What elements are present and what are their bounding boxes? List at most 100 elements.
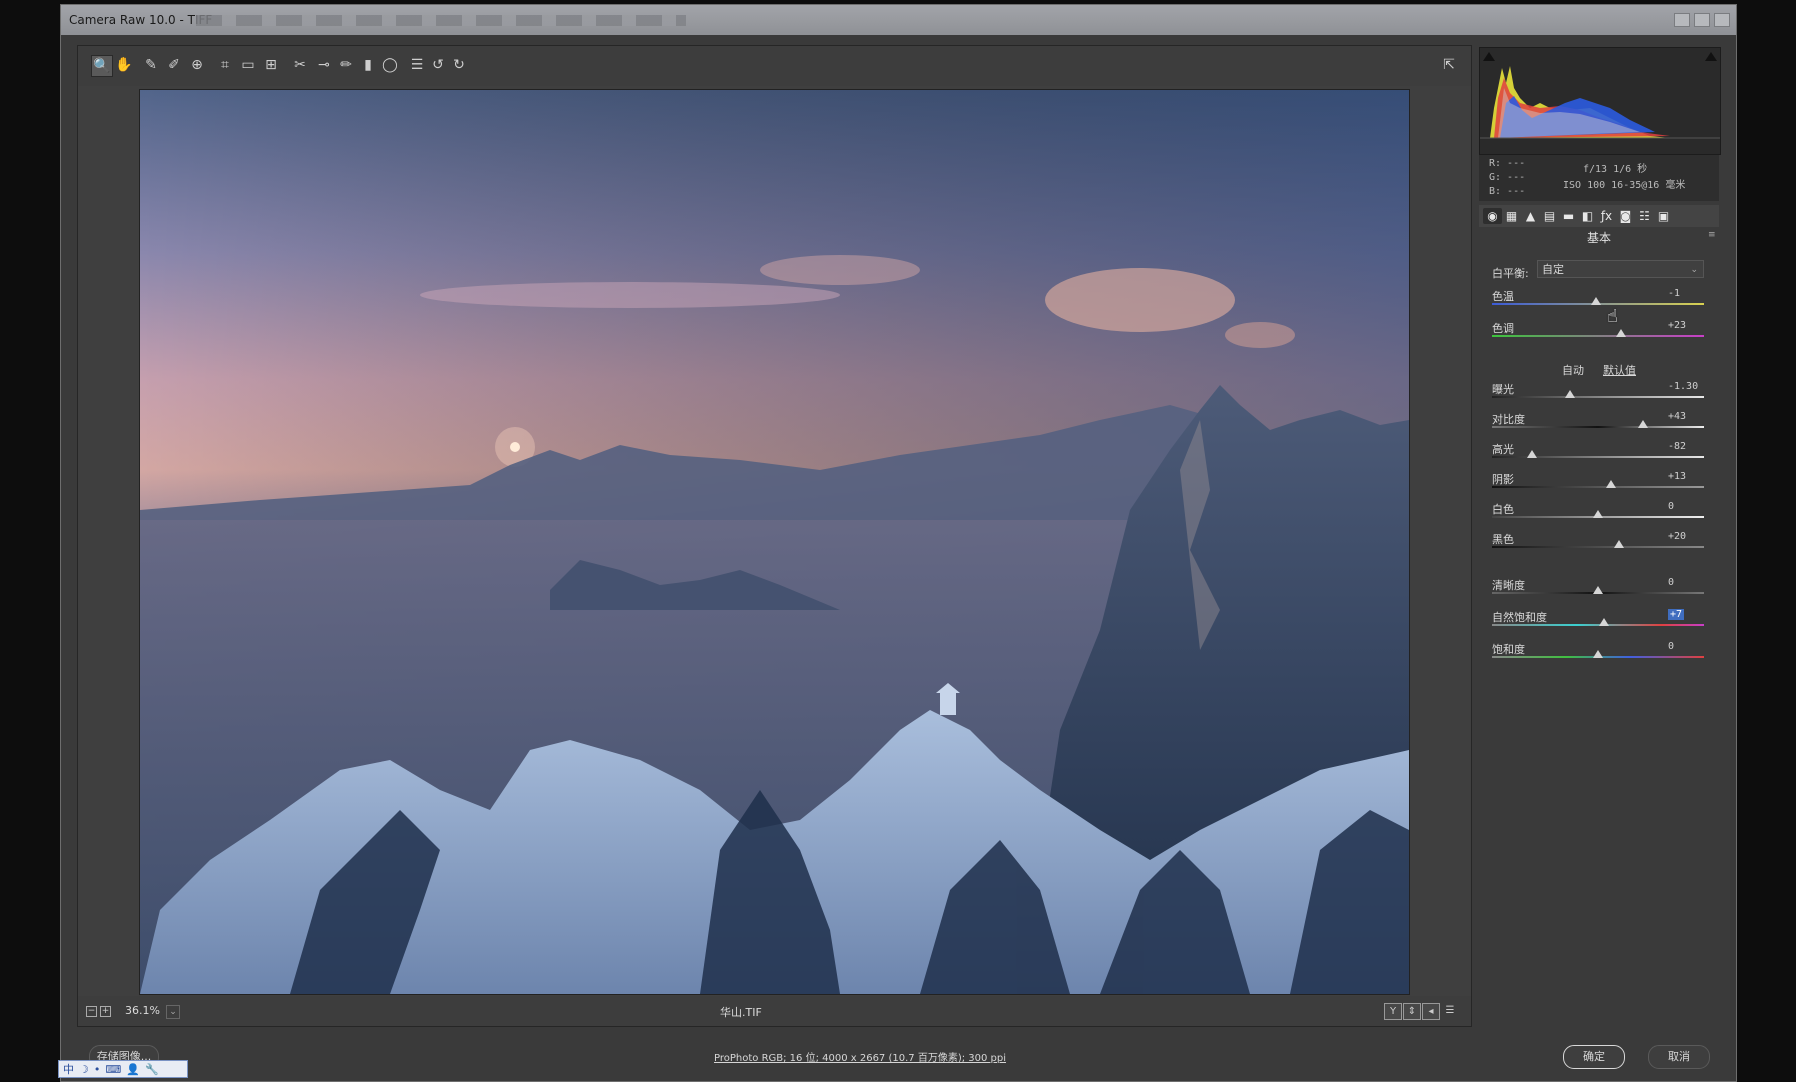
hand-tool-icon[interactable]: ✋ [114,55,134,75]
auto-link[interactable]: 自动 [1562,362,1584,378]
slider-thumb[interactable] [1605,480,1616,488]
ime-button-0-icon[interactable]: 中 [63,1061,74,1077]
slider-value[interactable]: +13 [1668,471,1686,482]
slider-thumb[interactable] [1614,540,1625,548]
slider-thumb[interactable] [1599,618,1610,626]
slider-thumb[interactable] [1527,450,1538,458]
targeted-adjustment-tool-icon[interactable]: ⊕ [187,55,207,75]
file-name: 华山.TIF [720,1006,762,1019]
slider-thumb[interactable] [1590,297,1601,305]
graduated-filter-icon[interactable]: ▮ [358,55,378,75]
red-eye-removal-tool-icon[interactable]: ⊸ [314,55,334,75]
slider-value[interactable]: +23 [1668,320,1686,331]
chevron-down-icon: ⌄ [1690,265,1698,275]
panel-tab-3-icon[interactable]: ▤ [1540,208,1559,224]
adjustment-brush-icon[interactable]: ✏ [336,55,356,75]
color-sampler-tool-icon[interactable]: ✐ [164,55,184,75]
transform-tool-icon[interactable]: ⊞ [261,55,281,75]
slider-whites[interactable]: 白色 0 [1492,501,1704,529]
slider-value[interactable]: 0 [1668,577,1674,588]
slider-track[interactable] [1492,456,1704,458]
bottom-bar: 存储图像... ProPhoto RGB; 16 位; 4000 x 2667 … [61,1025,1736,1081]
slider-thumb[interactable] [1565,390,1576,398]
panel-menu-icon[interactable]: ≡ [1708,231,1717,240]
image-preview[interactable] [78,86,1471,996]
panel-tab-1-icon[interactable]: ▦ [1502,208,1521,224]
before-after-view-icon[interactable]: Y [1384,1003,1402,1020]
ok-button[interactable]: 确定 [1563,1045,1625,1069]
slider-value[interactable]: +7 [1668,609,1685,620]
slider-value[interactable]: 0 [1668,501,1674,512]
ime-button-2-icon[interactable]: • [94,1063,101,1076]
green-readout: G: --- [1489,172,1526,183]
zoom-in-icon[interactable]: + [100,1006,111,1017]
ime-button-5-icon[interactable]: 🔧 [145,1063,159,1076]
slider-contrast[interactable]: 对比度 +43 [1492,411,1704,439]
slider-shadows[interactable]: 阴影 +13 [1492,471,1704,499]
fullscreen-toggle-icon[interactable]: ⇱ [1439,55,1459,75]
swap-settings-icon[interactable]: ⇕ [1403,1003,1421,1020]
zoom-tool-icon[interactable]: 🔍 [91,55,113,77]
panel-tab-9-icon[interactable]: ▣ [1654,208,1673,224]
straighten-tool-icon[interactable]: ▭ [238,55,258,75]
slider-track[interactable] [1492,624,1704,626]
zoom-level[interactable]: 36.1% [125,1004,160,1017]
slider-track[interactable] [1492,426,1704,428]
slider-label: 自然饱和度 [1492,611,1547,624]
panel-tab-7-icon[interactable]: ◙ [1616,208,1635,224]
slider-track[interactable] [1492,486,1704,488]
slider-highlights[interactable]: 高光 -82 [1492,441,1704,469]
panel-tab-8-icon[interactable]: ☷ [1635,208,1654,224]
rotate-left-icon[interactable]: ↺ [428,55,448,75]
spot-removal-tool-icon[interactable]: ✂ [290,55,310,75]
radial-filter-icon[interactable]: ◯ [380,55,400,75]
default-link[interactable]: 默认值 [1603,362,1636,378]
slider-label: 黑色 [1492,533,1514,546]
slider-tint[interactable]: 色调 +23 [1492,320,1704,348]
zoom-out-icon[interactable]: − [86,1006,97,1017]
slider-vibrance[interactable]: 自然饱和度 +7 [1492,609,1704,637]
preview-preferences-icon[interactable]: ☰ [1442,1003,1458,1018]
slider-track[interactable] [1492,396,1704,398]
slider-thumb[interactable] [1593,586,1603,594]
white-balance-tool-icon[interactable]: ✎ [141,55,161,75]
panel-tab-0-icon[interactable]: ◉ [1483,208,1502,224]
slider-thumb[interactable] [1616,329,1627,337]
zoom-dropdown-icon[interactable]: ⌄ [166,1005,180,1019]
ime-button-3-icon[interactable]: ⌨ [105,1063,121,1076]
minimize-icon[interactable] [1674,13,1690,27]
close-icon[interactable] [1714,13,1730,27]
panel-tab-6-icon[interactable]: ƒx [1597,208,1616,224]
slider-temperature[interactable]: 色温 -1 [1492,288,1704,316]
slider-saturation[interactable]: 饱和度 0 [1492,641,1704,669]
slider-track[interactable] [1492,335,1704,337]
panel-tab-2-icon[interactable]: ▲ [1521,208,1540,224]
maximize-icon[interactable] [1694,13,1710,27]
slider-value[interactable]: -1 [1668,288,1680,299]
panel-tab-5-icon[interactable]: ◧ [1578,208,1597,224]
rotate-right-icon[interactable]: ↻ [449,55,469,75]
slider-value[interactable]: -82 [1668,441,1686,452]
ime-button-1-icon[interactable]: ☽ [79,1063,89,1076]
crop-tool-icon[interactable]: ⌗ [215,55,235,75]
panel-tabs: ◉ ▦ ▲ ▤ ▬ ◧ ƒx ◙ ☷ ▣ [1479,205,1719,227]
workflow-options-link[interactable]: ProPhoto RGB; 16 位; 4000 x 2667 (10.7 百万… [714,1049,1006,1064]
copy-settings-icon[interactable]: ◂ [1422,1003,1440,1020]
slider-value[interactable]: -1.30 [1668,381,1698,392]
cancel-button[interactable]: 取消 [1648,1045,1710,1069]
slider-clarity[interactable]: 清晰度 0 [1492,577,1704,605]
slider-thumb[interactable] [1593,650,1603,658]
panel-tab-4-icon[interactable]: ▬ [1559,208,1578,224]
white-balance-select[interactable]: 自定 ⌄ [1537,260,1704,278]
slider-value[interactable]: +20 [1668,531,1686,542]
ime-button-4-icon[interactable]: 👤 [126,1063,140,1076]
slider-value[interactable]: +43 [1668,411,1686,422]
slider-blacks[interactable]: 黑色 +20 [1492,531,1704,559]
ime-toolbar[interactable]: 中 ☽ • ⌨ 👤 🔧 [58,1060,188,1078]
slider-exposure[interactable]: 曝光 -1.30 [1492,381,1704,409]
preferences-icon[interactable]: ☰ [407,55,427,75]
slider-thumb[interactable] [1637,420,1648,428]
slider-value[interactable]: 0 [1668,641,1674,652]
slider-thumb[interactable] [1593,510,1603,518]
slider-track[interactable] [1492,546,1704,548]
